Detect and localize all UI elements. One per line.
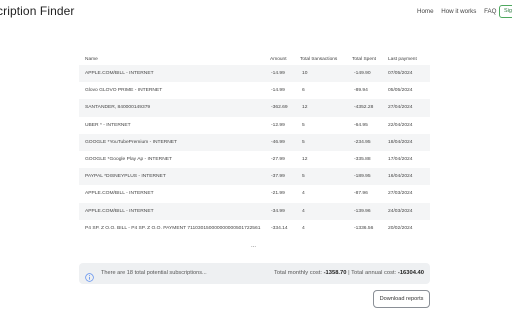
table-row[interactable]: P4 SP. Z O.O. BILL - P4 SP. Z O.O. PAYME… (79, 219, 430, 237)
info-icon (85, 269, 94, 282)
column-header-amount: Amount (270, 56, 287, 62)
cell-total-spent: -139.96 (352, 202, 388, 220)
nav-link-how-it-works[interactable]: How it works (441, 8, 476, 15)
cost-totals: Total monthly cost: -1358.70 | Total ann… (274, 270, 424, 276)
cell-name: P4 SP. Z O.O. BILL - P4 SP. Z O.O. PAYME… (79, 219, 270, 237)
column-header-name: Name (85, 56, 98, 62)
top-navbar: cription Finder Home How it works FAQ Si… (0, 0, 512, 26)
cell-total-transactions: 4 (300, 185, 352, 203)
table-row[interactable]: GOOGLE *Google Play Ap - INTERNET -27.99… (79, 150, 430, 169)
cell-total-transactions: 6 (300, 82, 352, 100)
cell-total-spent: -87.96 (352, 185, 388, 203)
cell-total-transactions: 5 (300, 116, 352, 134)
table-row[interactable]: PAYPAL *DISNEYPLUS - INTERNET -37.99 5 -… (79, 168, 430, 186)
cell-amount: -362.69 (270, 99, 300, 117)
sign-in-button[interactable]: Sig (499, 5, 512, 18)
annual-cost-label: Total annual cost: (351, 269, 397, 276)
cell-name: APPLE.COM/BILL - INTERNET (79, 185, 270, 203)
table-header-row: Name Amount Total transactions Total Spe… (79, 53, 430, 65)
cell-last-payment: 07/05/2024 (388, 65, 430, 83)
cell-total-spent: -4352.28 (352, 99, 388, 117)
subscriptions-table: Name Amount Total transactions Total Spe… (79, 53, 430, 237)
cell-last-payment: 27/03/2024 (388, 185, 430, 203)
table-row[interactable]: SANTANDER, 840000149379 -362.69 12 -4352… (79, 99, 430, 117)
cell-total-spent: -234.95 (352, 133, 388, 151)
nav-link-faq[interactable]: FAQ (484, 8, 496, 15)
table-row[interactable]: APPLE.COM/BILL - INTERNET -34.99 4 -139.… (79, 202, 430, 220)
table-row[interactable]: APPLE.COM/BILL - INTERNET -21.99 4 -87.9… (79, 185, 430, 203)
column-header-last-payment: Last payment (388, 56, 417, 62)
cell-name: UBER * - INTERNET (79, 116, 270, 134)
table-row[interactable]: GOOGLE *YouTubePremium - INTERNET -46.99… (79, 133, 430, 151)
cell-last-payment: 16/04/2024 (388, 168, 430, 186)
subscriptions-summary-bar: There are 18 total potential subscriptio… (79, 263, 430, 284)
cell-name: Glovo GLOVO PRIME - INTERNET (79, 82, 270, 100)
cell-name: GOOGLE *YouTubePremium - INTERNET (79, 133, 270, 151)
monthly-cost-label: Total monthly cost: (273, 269, 322, 276)
cell-total-transactions: 5 (300, 168, 352, 186)
cell-total-transactions: 4 (300, 219, 352, 237)
table-row[interactable]: UBER * - INTERNET -12.99 5 -64.95 22/04/… (79, 116, 430, 134)
cell-amount: -27.99 (270, 150, 300, 169)
cost-separator: | (348, 269, 350, 276)
cell-amount: -46.99 (270, 133, 300, 151)
cell-name: GOOGLE *Google Play Ap - INTERNET (79, 150, 270, 169)
cell-amount: -334.14 (270, 219, 300, 237)
table-row[interactable]: Glovo GLOVO PRIME - INTERNET -14.99 6 -8… (79, 82, 430, 100)
cell-total-transactions: 10 (300, 65, 352, 83)
cell-amount: -21.99 (270, 185, 300, 203)
cell-amount: -34.99 (270, 202, 300, 220)
subscriptions-table-container: Name Amount Total transactions Total Spe… (79, 53, 430, 237)
column-header-total-spent: Total Spent (352, 56, 377, 62)
cell-last-payment: 20/02/2024 (388, 219, 430, 237)
cell-total-transactions: 12 (300, 99, 352, 117)
cell-amount: -37.99 (270, 168, 300, 186)
cell-total-spent: -149.90 (352, 65, 388, 83)
more-rows-indicator: ... (251, 243, 257, 249)
subscriptions-count-text: There are 18 total potential subscriptio… (101, 270, 207, 276)
monthly-cost-value: -1358.70 (323, 269, 347, 276)
cell-total-transactions: 12 (300, 150, 352, 169)
download-reports-button[interactable]: Download reports (373, 290, 430, 308)
cell-name: PAYPAL *DISNEYPLUS - INTERNET (79, 168, 270, 186)
cell-total-transactions: 5 (300, 133, 352, 151)
cell-name: SANTANDER, 840000149379 (79, 99, 270, 117)
column-header-total-transactions: Total transactions (300, 56, 338, 62)
cell-last-payment: 27/04/2024 (388, 99, 430, 117)
cell-last-payment: 24/03/2024 (388, 202, 430, 220)
cell-last-payment: 22/04/2024 (388, 116, 430, 134)
cell-name: APPLE.COM/BILL - INTERNET (79, 202, 270, 220)
cell-total-spent: -64.95 (352, 116, 388, 134)
cell-amount: -12.99 (270, 116, 300, 134)
app-title[interactable]: cription Finder (0, 4, 75, 18)
nav-link-home[interactable]: Home (417, 8, 434, 15)
table-row[interactable]: APPLE.COM/BILL - INTERNET -14.99 10 -149… (79, 65, 430, 83)
cell-total-spent: -335.88 (352, 150, 388, 169)
cell-last-payment: 05/05/2024 (388, 82, 430, 100)
cell-total-transactions: 4 (300, 202, 352, 220)
cell-amount: -14.99 (270, 82, 300, 100)
cell-total-spent: -89.94 (352, 82, 388, 100)
annual-cost-value: -16304.40 (397, 269, 424, 276)
cell-last-payment: 18/04/2024 (388, 133, 430, 151)
main-nav: Home How it works FAQ (417, 8, 502, 15)
cell-last-payment: 17/04/2024 (388, 150, 430, 169)
cell-amount: -14.99 (270, 65, 300, 83)
cell-name: APPLE.COM/BILL - INTERNET (79, 65, 270, 83)
cell-total-spent: -189.95 (352, 168, 388, 186)
cell-total-spent: -1336.56 (352, 219, 388, 237)
